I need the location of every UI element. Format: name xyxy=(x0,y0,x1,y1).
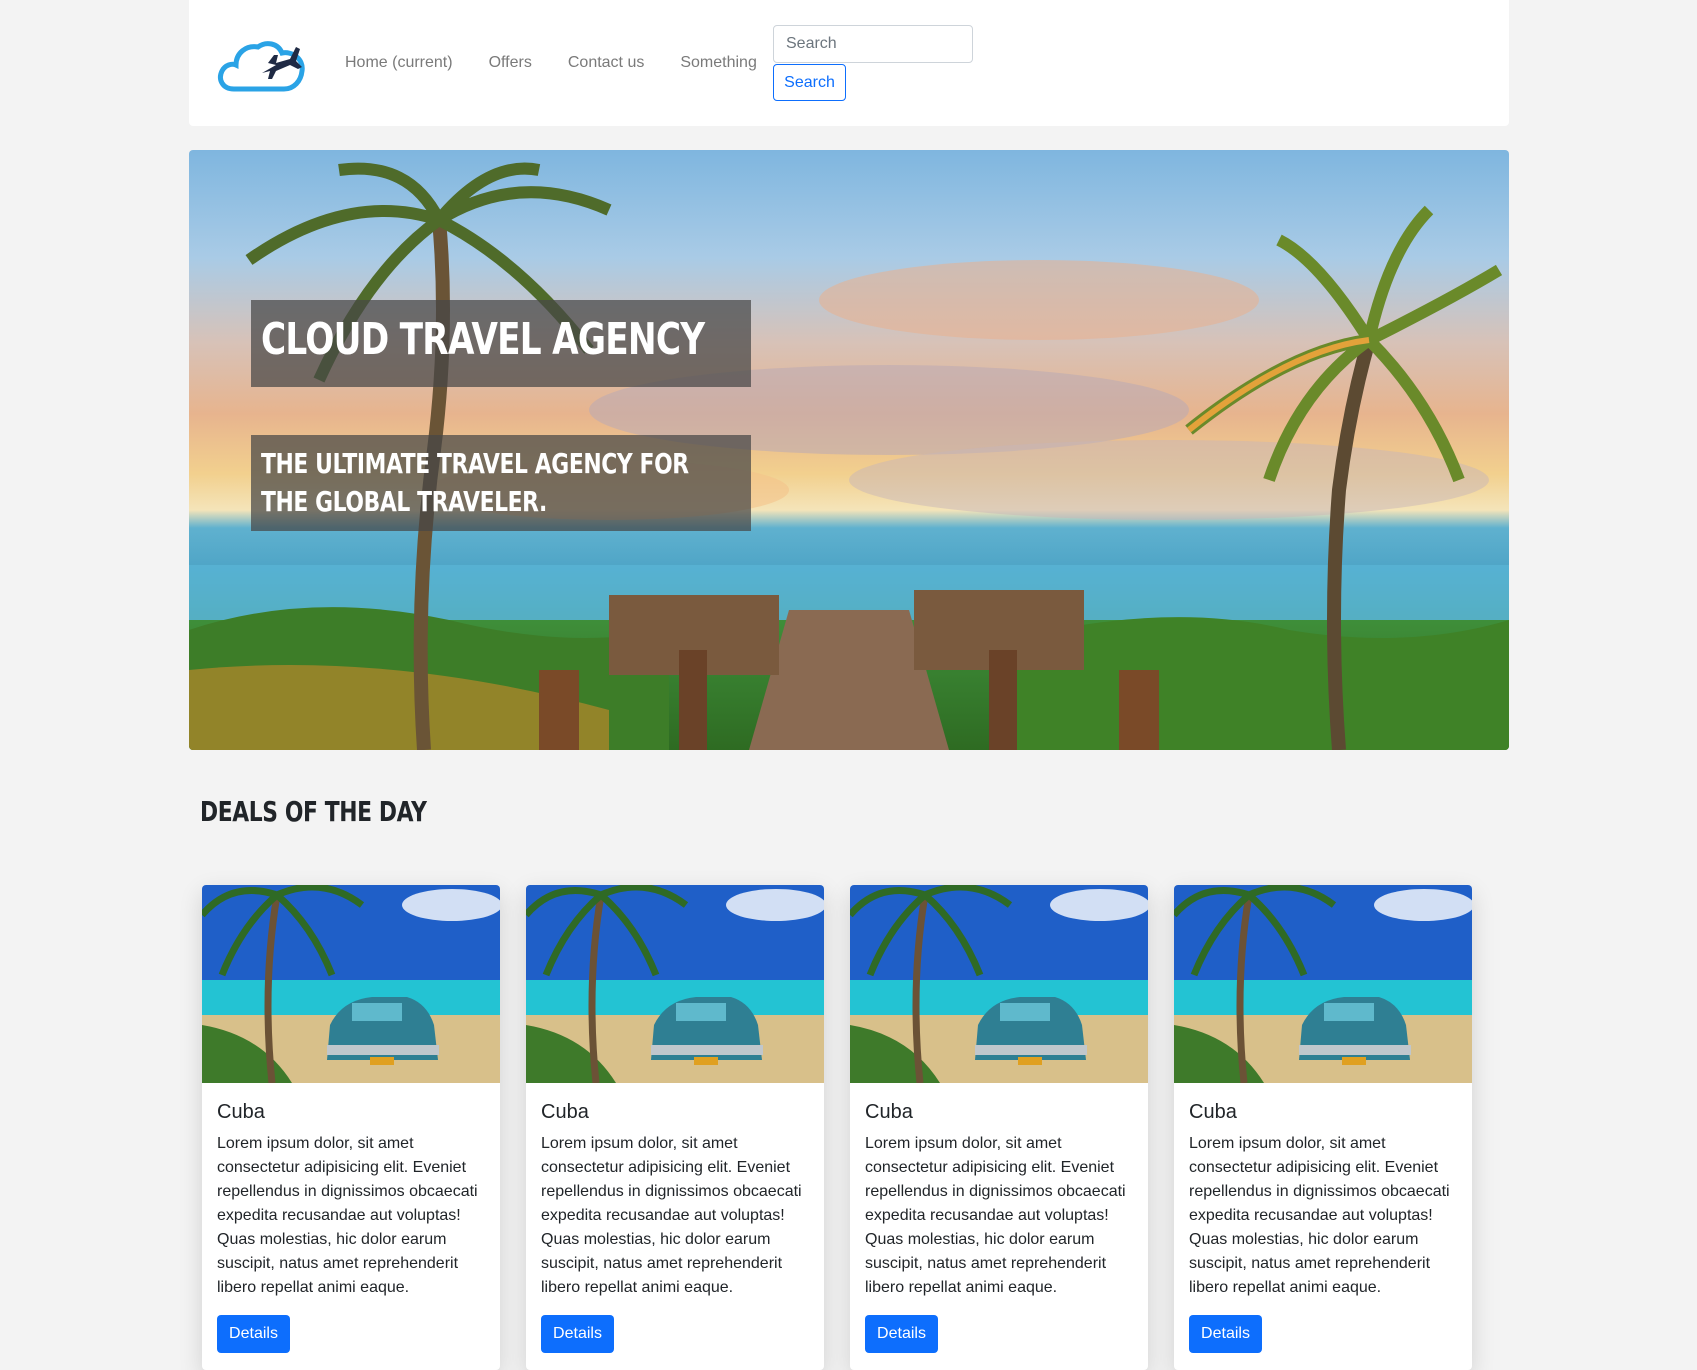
cuba-car-beach-image xyxy=(1174,885,1472,1083)
details-button[interactable]: Details xyxy=(541,1315,614,1353)
details-button[interactable]: Details xyxy=(217,1315,290,1353)
navbar: Home (current) Offers Contact us Somethi… xyxy=(189,0,1509,126)
deal-card: Cuba Lorem ipsum dolor, sit amet consect… xyxy=(1174,885,1472,1370)
hero-subtitle: THE ULTIMATE TRAVEL AGENCY FOR THE GLOBA… xyxy=(261,447,689,518)
details-button[interactable]: Details xyxy=(1189,1315,1262,1353)
nav-something[interactable]: Something xyxy=(680,52,757,74)
deal-card: Cuba Lorem ipsum dolor, sit amet consect… xyxy=(526,885,824,1370)
hero-subtitle-box: THE ULTIMATE TRAVEL AGENCY FOR THE GLOBA… xyxy=(251,435,751,531)
search-input[interactable] xyxy=(773,25,973,63)
nav-home[interactable]: Home (current) xyxy=(345,52,453,74)
hero-title-box: CLOUD TRAVEL AGENCY xyxy=(251,300,751,387)
cuba-car-beach-image xyxy=(526,885,824,1083)
cuba-car-beach-image xyxy=(850,885,1148,1083)
deal-card: Cuba Lorem ipsum dolor, sit amet consect… xyxy=(202,885,500,1370)
card-text: Lorem ipsum dolor, sit amet consectetur … xyxy=(541,1135,802,1296)
deals-card-list: Cuba Lorem ipsum dolor, sit amet consect… xyxy=(202,885,1472,1370)
deals-heading: DEALS OF THE DAY xyxy=(200,795,427,828)
cuba-car-beach-image xyxy=(202,885,500,1083)
deal-card: Cuba Lorem ipsum dolor, sit amet consect… xyxy=(850,885,1148,1370)
card-text: Lorem ipsum dolor, sit amet consectetur … xyxy=(217,1135,478,1296)
card-title: Cuba xyxy=(217,1101,265,1123)
hero-banner: CLOUD TRAVEL AGENCY THE ULTIMATE TRAVEL … xyxy=(189,150,1509,750)
cloud-airplane-logo-icon[interactable] xyxy=(216,33,308,93)
nav-contact[interactable]: Contact us xyxy=(568,52,644,74)
nav-offers[interactable]: Offers xyxy=(489,52,532,74)
card-title: Cuba xyxy=(865,1101,913,1123)
card-text: Lorem ipsum dolor, sit amet consectetur … xyxy=(865,1135,1126,1296)
card-title: Cuba xyxy=(541,1101,589,1123)
nav-links: Home (current) Offers Contact us Somethi… xyxy=(345,52,793,74)
card-text: Lorem ipsum dolor, sit amet consectetur … xyxy=(1189,1135,1450,1296)
card-title: Cuba xyxy=(1189,1101,1237,1123)
search-button[interactable]: Search xyxy=(773,64,846,101)
hero-title: CLOUD TRAVEL AGENCY xyxy=(261,314,705,365)
details-button[interactable]: Details xyxy=(865,1315,938,1353)
